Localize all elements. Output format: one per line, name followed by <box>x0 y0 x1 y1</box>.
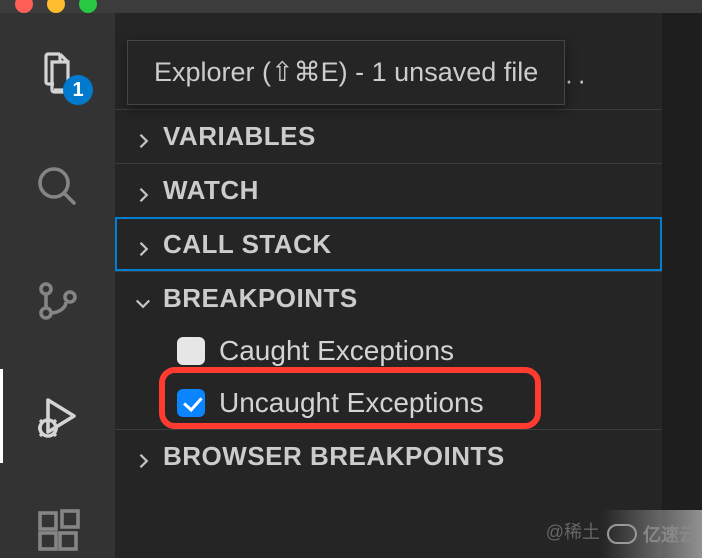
breakpoint-label: Caught Exceptions <box>219 335 454 367</box>
section-call-stack[interactable]: CALL STACK <box>115 217 662 271</box>
section-browser-breakpoints[interactable]: BROWSER BREAKPOINTS <box>115 429 662 483</box>
section-breakpoints[interactable]: BREAKPOINTS <box>115 271 662 325</box>
section-label: WATCH <box>163 175 259 206</box>
chevron-right-icon <box>133 235 153 255</box>
activity-extensions[interactable] <box>0 503 115 558</box>
checkbox-unchecked-icon[interactable] <box>177 337 205 365</box>
explorer-tooltip: Explorer (⇧⌘E) - 1 unsaved file <box>127 40 565 105</box>
chevron-right-icon <box>133 181 153 201</box>
activity-explorer[interactable]: 1 <box>0 45 115 100</box>
activity-source-control[interactable] <box>0 274 115 329</box>
watermark-logo-text: 亿速云 <box>643 521 697 547</box>
breakpoint-uncaught-exceptions[interactable]: Uncaught Exceptions <box>115 377 662 429</box>
breakpoint-label: Uncaught Exceptions <box>219 387 484 419</box>
section-label: BROWSER BREAKPOINTS <box>163 441 505 472</box>
chevron-right-icon <box>133 447 153 467</box>
checkbox-checked-icon[interactable] <box>177 389 205 417</box>
section-watch[interactable]: WATCH <box>115 163 662 217</box>
watermark-logo: 亿速云 <box>602 510 702 558</box>
window-titlebar <box>0 0 702 13</box>
minimize-window-icon[interactable] <box>47 0 65 13</box>
section-label: BREAKPOINTS <box>163 283 358 314</box>
section-label: CALL STACK <box>163 229 332 260</box>
chevron-right-icon <box>133 127 153 147</box>
traffic-lights <box>15 0 97 13</box>
editor-area <box>662 13 702 558</box>
cloud-icon <box>607 524 637 544</box>
activity-bar: 1 <box>0 13 115 558</box>
close-window-icon[interactable] <box>15 0 33 13</box>
zoom-window-icon[interactable] <box>79 0 97 13</box>
watermark-text: @稀土 <box>546 518 600 544</box>
explorer-unsaved-badge: 1 <box>63 75 93 105</box>
activity-run-debug[interactable] <box>0 389 115 444</box>
chevron-down-icon <box>133 289 153 309</box>
section-label: VARIABLES <box>163 121 316 152</box>
activity-search[interactable] <box>0 160 115 215</box>
breakpoint-caught-exceptions[interactable]: Caught Exceptions <box>115 325 662 377</box>
section-variables[interactable]: VARIABLES <box>115 109 662 163</box>
